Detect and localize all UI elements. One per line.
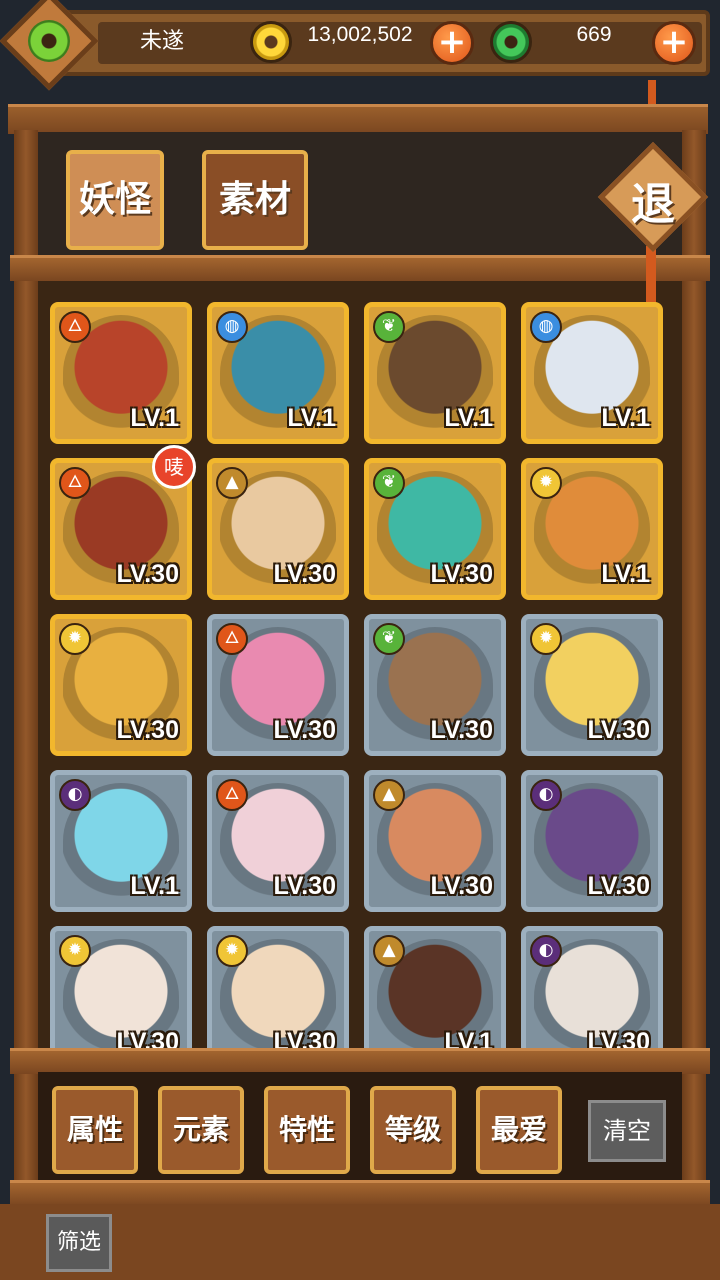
monster-card[interactable]: ✹ LV.30: [207, 926, 349, 1068]
exit-button[interactable]: 退: [597, 141, 709, 253]
monster-level: LV.30: [430, 560, 493, 588]
monster-level: LV.30: [116, 716, 179, 744]
add-jade-button[interactable]: +: [652, 21, 696, 65]
monster-level: LV.30: [430, 872, 493, 900]
wood-element-icon: ❦: [373, 311, 405, 343]
monster-card[interactable]: ◐ LV.30: [521, 926, 663, 1068]
dark-element-icon: ◐: [59, 779, 91, 811]
base-beam: [10, 1180, 710, 1206]
exit-label: 退: [631, 179, 675, 230]
tab-monsters[interactable]: 妖怪: [66, 150, 164, 250]
monster-level: LV.30: [116, 560, 179, 588]
fire-element-icon: 🜂: [216, 779, 248, 811]
jade-amount: 669: [576, 23, 612, 46]
filter-element-button[interactable]: 元素: [158, 1086, 244, 1174]
monster-level: LV.1: [130, 404, 179, 432]
light-element-icon: ✹: [59, 623, 91, 655]
fire-element-icon: 🜂: [59, 467, 91, 499]
earth-element-icon: ▲: [216, 467, 248, 499]
monster-level: LV.1: [130, 872, 179, 900]
monster-level: LV.30: [273, 560, 336, 588]
player-name: 未遂: [139, 29, 184, 54]
monster-card[interactable]: ◐ LV.30: [521, 770, 663, 912]
monster-card[interactable]: ✹ LV.30: [50, 614, 192, 756]
light-element-icon: ✹: [59, 935, 91, 967]
exit-tassel-bottom: [646, 246, 656, 306]
light-element-icon: ✹: [530, 467, 562, 499]
monster-level: LV.30: [430, 716, 493, 744]
monster-card[interactable]: ▲ LV.30: [207, 458, 349, 600]
monster-level: LV.1: [444, 404, 493, 432]
dark-element-icon: ◐: [530, 779, 562, 811]
gold-coin-icon: [250, 21, 292, 63]
monster-card[interactable]: ❦ LV.30: [364, 458, 506, 600]
water-element-icon: ◍: [216, 311, 248, 343]
monster-level: LV.30: [587, 872, 650, 900]
monster-level: LV.1: [287, 404, 336, 432]
monster-card[interactable]: 🜂 LV.30: [207, 770, 349, 912]
gold-amount: 13,002,502: [307, 23, 413, 46]
monster-level: LV.30: [587, 716, 650, 744]
filter-level-button[interactable]: 等级: [370, 1086, 456, 1174]
light-element-icon: ✹: [216, 935, 248, 967]
clear-button[interactable]: 清空: [588, 1100, 666, 1162]
monster-card[interactable]: ◐ LV.1: [50, 770, 192, 912]
tab-materials[interactable]: 素材: [202, 150, 308, 250]
wood-element-icon: ❦: [373, 467, 405, 499]
monster-card[interactable]: ◍ LV.1: [521, 302, 663, 444]
shelf-beam: [10, 255, 710, 281]
jade-coin-icon: [490, 21, 532, 63]
earth-element-icon: ▲: [373, 935, 405, 967]
monster-level: LV.30: [273, 716, 336, 744]
water-element-icon: ◍: [530, 311, 562, 343]
fire-element-icon: 🜂: [216, 623, 248, 655]
monster-card[interactable]: ◍ LV.1: [207, 302, 349, 444]
monster-card[interactable]: ✹ LV.30: [50, 926, 192, 1068]
monster-card[interactable]: 🜂 LV.1: [50, 302, 192, 444]
monster-level: LV.30: [273, 872, 336, 900]
dark-element-icon: ◐: [530, 935, 562, 967]
cabinet-top: [8, 104, 708, 134]
earth-element-icon: ▲: [373, 779, 405, 811]
filter-favorite-button[interactable]: 最爱: [476, 1086, 562, 1174]
monster-card[interactable]: ✹ LV.30: [521, 614, 663, 756]
bottom-beam: [10, 1048, 710, 1074]
monster-card[interactable]: 🜂 LV.30: [207, 614, 349, 756]
monster-card[interactable]: ▲ LV.30: [364, 770, 506, 912]
fire-element-icon: 🜂: [59, 311, 91, 343]
monster-card[interactable]: ✹ LV.1: [521, 458, 663, 600]
monster-card[interactable]: ❦ LV.1: [364, 302, 506, 444]
monster-level: LV.1: [601, 404, 650, 432]
screen-button[interactable]: 筛选: [46, 1214, 112, 1272]
filter-trait-button[interactable]: 特性: [264, 1086, 350, 1174]
add-gold-button[interactable]: +: [430, 21, 474, 65]
filter-attribute-button[interactable]: 属性: [52, 1086, 138, 1174]
monster-card[interactable]: ▲ LV.1: [364, 926, 506, 1068]
monster-card[interactable]: ❦ LV.30: [364, 614, 506, 756]
light-element-icon: ✹: [530, 623, 562, 655]
status-badge: 唛: [152, 445, 196, 489]
monster-level: LV.1: [601, 560, 650, 588]
jade-disc-icon[interactable]: [28, 20, 70, 62]
wood-element-icon: ❦: [373, 623, 405, 655]
